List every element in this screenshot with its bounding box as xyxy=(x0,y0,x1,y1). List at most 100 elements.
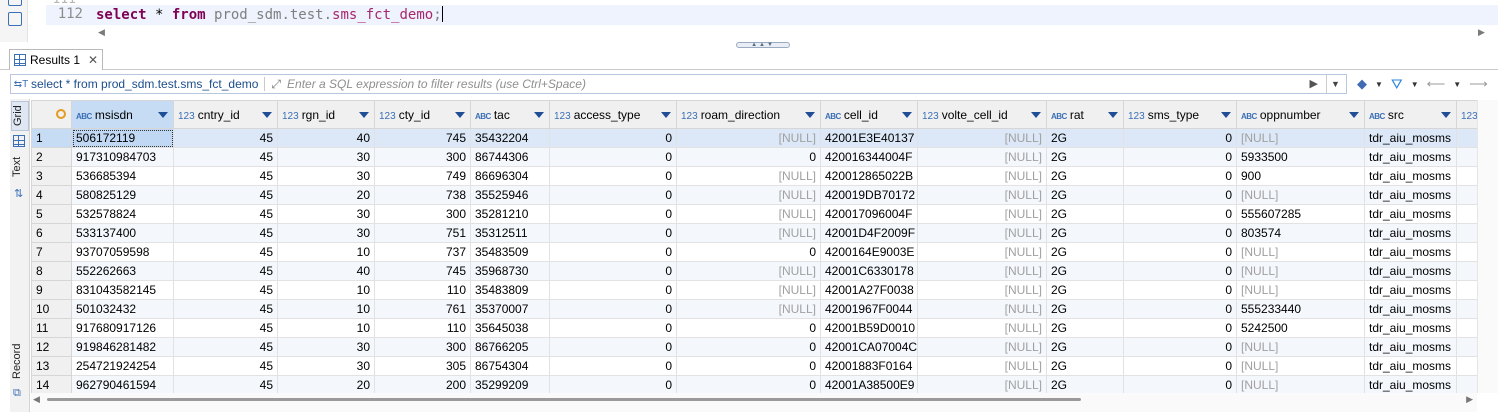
column-header-src[interactable]: ABC src xyxy=(1364,100,1457,129)
cell-cntry_id[interactable]: 45 xyxy=(173,147,278,167)
cell-roam_direction[interactable]: 0 xyxy=(676,337,821,357)
cell-msisdn[interactable]: 552262663 xyxy=(71,261,174,281)
cell-overflow[interactable] xyxy=(1456,280,1477,300)
cell-cntry_id[interactable]: 45 xyxy=(173,242,278,262)
cell-volte_cell_id[interactable]: [NULL] xyxy=(917,223,1047,243)
cell-src[interactable]: tdr_aiu_mosms xyxy=(1364,356,1457,376)
row-number[interactable]: 5 xyxy=(31,204,72,224)
cell-cell_id[interactable]: 420019DB70172 xyxy=(820,185,918,205)
table-row[interactable]: 1 506172119 45 40 745 35432204 0 [NULL] 42001E3E… xyxy=(31,128,1477,148)
cell-roam_direction[interactable]: 0 xyxy=(676,318,821,338)
cell-msisdn[interactable]: 917680917126 xyxy=(71,318,174,338)
sort-dropdown-icon[interactable] xyxy=(262,112,272,118)
cell-sms_type[interactable]: 0 xyxy=(1123,318,1237,338)
results-grid[interactable]: ABC msisdn 123 cntry_id 123 rgn_id 123 cty_id AB… xyxy=(31,100,1477,393)
cell-src[interactable]: tdr_aiu_mosms xyxy=(1364,375,1457,393)
cell-msisdn[interactable]: 254721924254 xyxy=(71,356,174,376)
cell-rgn_id[interactable]: 30 xyxy=(277,204,375,224)
tab-grid[interactable]: Grid xyxy=(11,101,29,131)
cell-rgn_id[interactable]: 30 xyxy=(277,356,375,376)
cell-cty_id[interactable]: 751 xyxy=(374,223,471,243)
cell-cell_id[interactable]: 42001A27F0038 xyxy=(820,280,918,300)
cell-rat[interactable]: 2G xyxy=(1046,204,1124,224)
cell-rgn_id[interactable]: 30 xyxy=(277,337,375,357)
cell-rgn_id[interactable]: 30 xyxy=(277,166,375,186)
cell-cntry_id[interactable]: 45 xyxy=(173,204,278,224)
cell-cty_id[interactable]: 305 xyxy=(374,356,471,376)
row-number[interactable]: 13 xyxy=(31,356,72,376)
cell-src[interactable]: tdr_aiu_mosms xyxy=(1364,261,1457,281)
cell-msisdn[interactable]: 93707059598 xyxy=(71,242,174,262)
cell-sms_type[interactable]: 0 xyxy=(1123,242,1237,262)
cell-rgn_id[interactable]: 20 xyxy=(277,375,375,393)
cell-volte_cell_id[interactable]: [NULL] xyxy=(917,242,1047,262)
cell-msisdn[interactable]: 917310984703 xyxy=(71,147,174,167)
cell-rat[interactable]: 2G xyxy=(1046,337,1124,357)
sort-dropdown-icon[interactable] xyxy=(534,112,544,118)
cell-tac[interactable]: 35483509 xyxy=(470,242,550,262)
cell-rgn_id[interactable]: 10 xyxy=(277,299,375,319)
cell-volte_cell_id[interactable]: [NULL] xyxy=(917,166,1047,186)
cell-oppnumber[interactable]: [NULL] xyxy=(1236,280,1365,300)
sort-dropdown-icon[interactable] xyxy=(158,112,168,118)
cell-overflow[interactable] xyxy=(1456,318,1477,338)
cell-overflow[interactable] xyxy=(1456,261,1477,281)
cell-volte_cell_id[interactable]: [NULL] xyxy=(917,356,1047,376)
cell-cell_id[interactable]: 420016344004F xyxy=(820,147,918,167)
cell-oppnumber[interactable]: 5242500 xyxy=(1236,318,1365,338)
cell-src[interactable]: tdr_aiu_mosms xyxy=(1364,337,1457,357)
cell-rat[interactable]: 2G xyxy=(1046,242,1124,262)
cell-rat[interactable]: 2G xyxy=(1046,356,1124,376)
cell-rgn_id[interactable]: 40 xyxy=(277,128,375,148)
cell-src[interactable]: tdr_aiu_mosms xyxy=(1364,185,1457,205)
cell-cty_id[interactable]: 300 xyxy=(374,204,471,224)
cell-tac[interactable]: 35312511 xyxy=(470,223,550,243)
chevron-down-icon[interactable]: ▼ xyxy=(1375,80,1383,89)
eraser-icon[interactable]: ◆ xyxy=(1357,76,1367,92)
cell-cell_id[interactable]: 42001C6330178 xyxy=(820,261,918,281)
cell-cty_id[interactable]: 110 xyxy=(374,280,471,300)
cell-tac[interactable]: 86754304 xyxy=(470,356,550,376)
cell-cty_id[interactable]: 761 xyxy=(374,299,471,319)
sort-dropdown-icon[interactable] xyxy=(1108,112,1118,118)
cell-tac[interactable]: 35483809 xyxy=(470,280,550,300)
cell-oppnumber[interactable]: [NULL] xyxy=(1236,242,1365,262)
cell-msisdn[interactable]: 962790461594 xyxy=(71,375,174,393)
cell-access_type[interactable]: 0 xyxy=(549,166,677,186)
cell-cell_id[interactable]: 4200164E9003E xyxy=(820,242,918,262)
cell-cty_id[interactable]: 300 xyxy=(374,147,471,167)
execute-icon[interactable] xyxy=(8,0,22,6)
cell-msisdn[interactable]: 536685394 xyxy=(71,166,174,186)
cell-src[interactable]: tdr_aiu_mosms xyxy=(1364,242,1457,262)
cell-roam_direction[interactable]: 0 xyxy=(676,356,821,376)
cell-roam_direction[interactable]: [NULL] xyxy=(676,204,821,224)
row-number[interactable]: 14 xyxy=(31,375,72,393)
cell-src[interactable]: tdr_aiu_mosms xyxy=(1364,166,1457,186)
cell-access_type[interactable]: 0 xyxy=(549,337,677,357)
cell-src[interactable]: tdr_aiu_mosms xyxy=(1364,204,1457,224)
table-row[interactable]: 5 532578824 45 30 300 35281210 0 [NULL] 42001709… xyxy=(31,204,1477,224)
cell-cty_id[interactable]: 745 xyxy=(374,128,471,148)
row-number[interactable]: 9 xyxy=(31,280,72,300)
cell-msisdn[interactable]: 506172119 xyxy=(71,128,174,148)
table-row[interactable]: 14 962790461594 45 20 200 35299209 0 0 42001A385… xyxy=(31,375,1477,393)
cell-msisdn[interactable]: 580825129 xyxy=(71,185,174,205)
cell-oppnumber[interactable]: 555607285 xyxy=(1236,204,1365,224)
filter-history-dropdown-icon[interactable]: ▼ xyxy=(1326,75,1344,93)
cell-oppnumber[interactable]: [NULL] xyxy=(1236,261,1365,281)
editor-scroll-right-icon[interactable]: ▶ xyxy=(1478,27,1485,38)
sort-dropdown-icon[interactable] xyxy=(1441,112,1451,118)
cell-oppnumber[interactable]: 900 xyxy=(1236,166,1365,186)
row-number[interactable]: 3 xyxy=(31,166,72,186)
cell-access_type[interactable]: 0 xyxy=(549,299,677,319)
cell-oppnumber[interactable]: [NULL] xyxy=(1236,337,1365,357)
cell-access_type[interactable]: 0 xyxy=(549,356,677,376)
cell-roam_direction[interactable]: [NULL] xyxy=(676,299,821,319)
cell-access_type[interactable]: 0 xyxy=(549,280,677,300)
cell-access_type[interactable]: 0 xyxy=(549,242,677,262)
scrollbar-thumb[interactable] xyxy=(47,398,1081,401)
apply-filter-icon[interactable]: ▶ xyxy=(1310,77,1318,90)
cell-src[interactable]: tdr_aiu_mosms xyxy=(1364,318,1457,338)
cell-tac[interactable]: 35281210 xyxy=(470,204,550,224)
cell-sms_type[interactable]: 0 xyxy=(1123,128,1237,148)
